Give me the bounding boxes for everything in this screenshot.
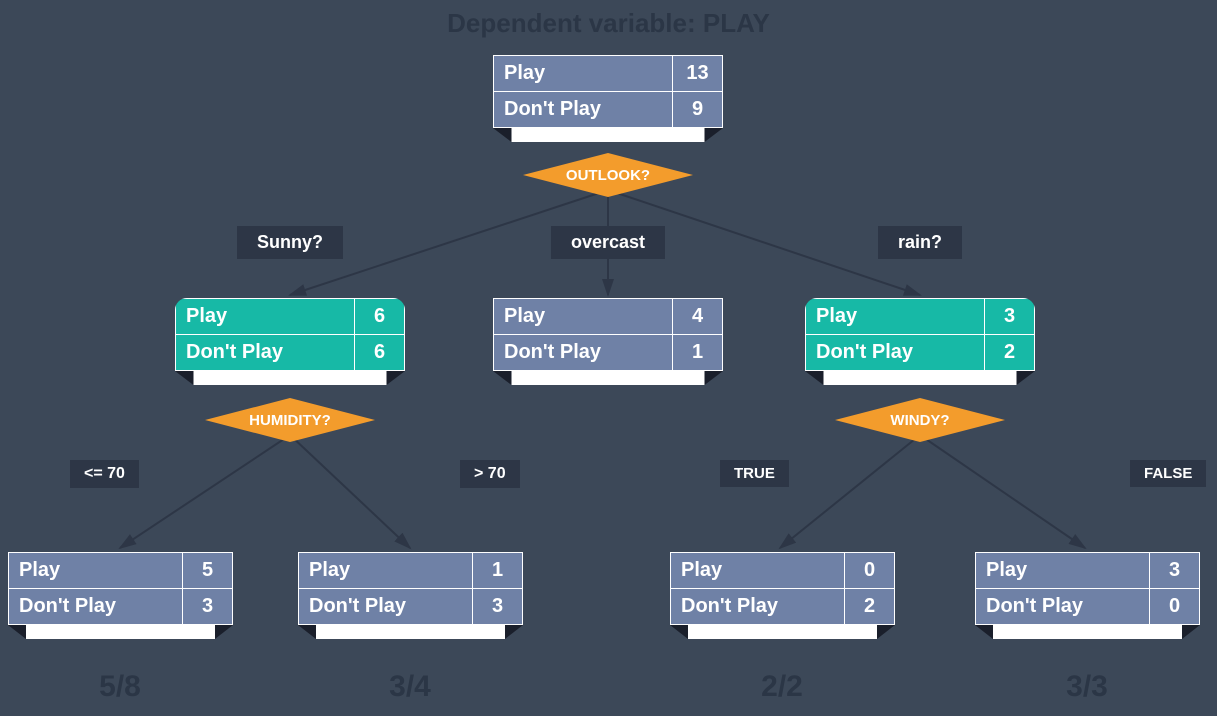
ratio-1: 5/8 [99, 670, 141, 704]
sunny-node: Play6 Don't Play6 [175, 298, 405, 385]
overcast-node: Play4 Don't Play1 [493, 298, 723, 385]
branch-overcast: overcast [551, 226, 665, 259]
diagram-title: Dependent variable: PLAY [0, 8, 1217, 39]
branch-true: TRUE [720, 460, 789, 487]
humidity-decision: HUMIDITY? [205, 398, 375, 442]
rain-node: Play3 Don't Play2 [805, 298, 1035, 385]
branch-rain: rain? [878, 226, 962, 259]
true-leaf: Play0 Don't Play2 [670, 552, 895, 639]
gt70-leaf: Play1 Don't Play3 [298, 552, 523, 639]
le70-leaf: Play5 Don't Play3 [8, 552, 233, 639]
branch-sunny: Sunny? [237, 226, 343, 259]
root-node: Play13 Don't Play9 [493, 55, 723, 142]
branch-false: FALSE [1130, 460, 1206, 487]
outlook-decision: OUTLOOK? [523, 153, 693, 197]
ratio-4: 3/3 [1066, 670, 1108, 704]
branch-le70: <= 70 [70, 460, 139, 488]
branch-gt70: > 70 [460, 460, 520, 488]
ratio-3: 2/2 [761, 670, 803, 704]
windy-decision: WINDY? [835, 398, 1005, 442]
ratio-2: 3/4 [389, 670, 431, 704]
false-leaf: Play3 Don't Play0 [975, 552, 1200, 639]
